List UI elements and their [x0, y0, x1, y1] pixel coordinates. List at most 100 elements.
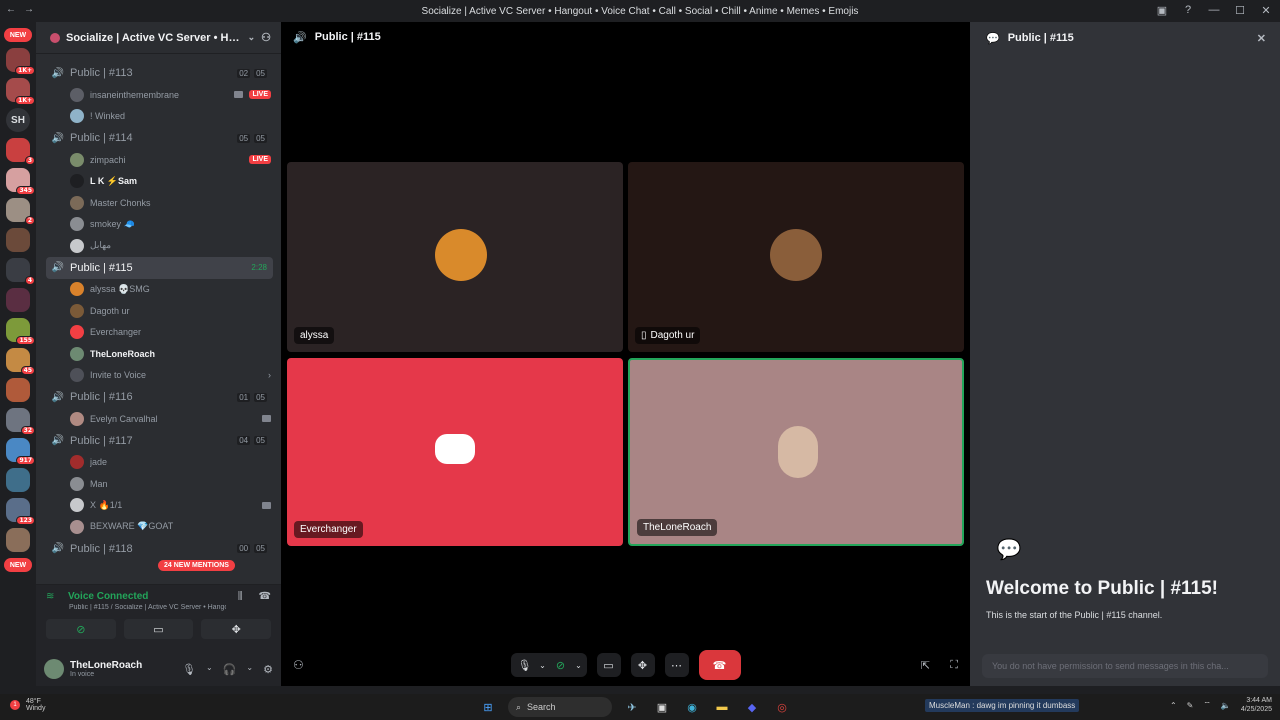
weather-widget[interactable]: 1 48°F Windy	[10, 698, 45, 712]
volume-icon[interactable]: 🔈	[1221, 701, 1231, 710]
voice-user[interactable]: L K ⚡Sam	[70, 171, 271, 193]
clock[interactable]: 3:44 AM 4/25/2025	[1241, 696, 1272, 714]
headphones-icon[interactable]: 🎧	[223, 663, 237, 676]
voice-channel[interactable]: 🔊 Public | #118 00 05	[46, 538, 273, 560]
video-tile[interactable]: ▯ Dagoth ur	[628, 162, 964, 352]
voice-user[interactable]: X 🔥1/1	[70, 495, 271, 517]
microphone-icon[interactable]: 🎙	[182, 663, 196, 676]
noise-suppression-icon[interactable]: ⫼	[238, 591, 243, 602]
voice-user[interactable]: Dagoth ur	[70, 300, 271, 322]
chevron-down-icon[interactable]: ⌄	[573, 653, 585, 677]
signal-icon[interactable]: ≋	[46, 591, 62, 602]
voice-channel[interactable]: 🔊 Public | #114 05 05	[46, 127, 273, 149]
voice-channel[interactable]: 🔊 Public | #117 04 05	[46, 430, 273, 452]
help-icon[interactable]: ?	[1182, 3, 1194, 17]
camera-off-button[interactable]: ⊘	[46, 619, 116, 639]
voice-user[interactable]: smokey 🧢	[70, 214, 271, 236]
voice-user[interactable]: Master Chonks	[70, 192, 271, 214]
share-screen-icon[interactable]: ▭	[596, 653, 621, 677]
windows-start-icon[interactable]: ⊞	[478, 697, 498, 717]
server-icon[interactable]: 1K+	[6, 78, 35, 105]
discord-app-icon[interactable]: ◆	[742, 697, 762, 717]
news-ticker[interactable]: MuscleMan : dawg im pinning it dumbass	[925, 699, 1080, 712]
invite-to-voice-icon[interactable]: ⚇	[293, 658, 304, 672]
taskbar-search[interactable]: ⌕ Search	[508, 697, 612, 717]
server-header[interactable]: Socialize | Active VC Server • Han... ⌄ …	[36, 22, 281, 54]
share-screen-button[interactable]: ▭	[123, 619, 194, 639]
pen-icon[interactable]: ✎	[1187, 701, 1194, 710]
close-icon[interactable]: ✕	[1257, 32, 1266, 45]
voice-user[interactable]: jade	[70, 452, 271, 474]
user-name[interactable]: TheLoneRoach	[70, 660, 142, 671]
disconnect-button[interactable]: ☎	[698, 650, 741, 680]
file-explorer-icon[interactable]: ▬	[712, 697, 732, 717]
voice-user[interactable]: مهابل	[70, 235, 271, 257]
chevron-down-icon[interactable]: ⌄	[246, 663, 253, 676]
server-icon[interactable]: 155	[6, 318, 35, 345]
voice-status[interactable]: Voice Connected	[68, 591, 148, 602]
voice-location[interactable]: Public | #115 / Socialize | Active VC Se…	[36, 604, 226, 611]
voice-user[interactable]: insaneinthemembrane LIVE	[70, 84, 271, 106]
video-tile[interactable]: Everchanger	[287, 358, 623, 546]
server-icon[interactable]: 345	[6, 168, 35, 195]
fullscreen-icon[interactable]: ⛶	[950, 659, 958, 672]
voice-user[interactable]: alyssa 💀SMG	[70, 279, 271, 301]
voice-user[interactable]: BEXWARE 💎GOAT	[70, 516, 271, 538]
voice-channel[interactable]: 🔊 Public | #115 2:28	[46, 256, 273, 279]
server-icon[interactable]	[6, 288, 30, 312]
live-badge[interactable]: LIVE	[249, 90, 271, 100]
server-icon[interactable]: 1K+	[6, 48, 35, 75]
minimize-button[interactable]: —	[1208, 3, 1220, 17]
voice-user[interactable]: Evelyn Carvalhal	[70, 408, 271, 430]
close-window-button[interactable]: ✕	[1260, 3, 1272, 17]
camera-icon[interactable]: ⊘	[549, 653, 573, 677]
activities-button[interactable]: ✥	[201, 619, 272, 639]
voice-user[interactable]: TheLoneRoach	[70, 343, 271, 365]
chevron-down-icon[interactable]: ⌄	[537, 653, 549, 677]
chrome-icon[interactable]: ◎	[772, 697, 792, 717]
message-input[interactable]: You do not have permission to send messa…	[982, 654, 1268, 678]
live-badge[interactable]: LIVE	[249, 155, 271, 165]
disconnect-icon[interactable]: ☎	[259, 591, 271, 602]
chevron-down-icon[interactable]: ⌄	[206, 663, 213, 676]
server-icon[interactable]: 45	[6, 348, 35, 375]
user-count: 04	[237, 436, 251, 445]
server-icon[interactable]: 32	[6, 408, 35, 435]
avatar[interactable]	[44, 659, 64, 679]
forward-arrow-icon[interactable]: →	[24, 4, 34, 15]
server-icon[interactable]	[6, 468, 30, 492]
voice-user[interactable]: Everchanger	[70, 322, 271, 344]
server-icon[interactable]	[6, 228, 30, 252]
server-icon[interactable]	[6, 378, 30, 402]
server-sh[interactable]: SH	[6, 108, 30, 132]
video-tile-speaking[interactable]: TheLoneRoach	[628, 358, 964, 546]
server-icon[interactable]: 3	[6, 138, 35, 165]
inbox-icon[interactable]: ▣	[1156, 3, 1168, 17]
activities-icon[interactable]: ✥	[630, 653, 655, 677]
voice-user[interactable]: zimpachi LIVE	[70, 149, 271, 171]
server-icon[interactable]: 2	[6, 198, 35, 225]
back-arrow-icon[interactable]: ←	[6, 4, 16, 15]
gear-icon[interactable]: ⚙	[263, 663, 273, 676]
server-icon[interactable]	[6, 528, 30, 552]
popout-icon[interactable]: ⇱	[921, 659, 930, 672]
server-icon[interactable]: 123	[6, 498, 35, 525]
task-view-icon[interactable]: ▣	[652, 697, 672, 717]
chevron-up-icon[interactable]: ⌃	[1170, 701, 1177, 710]
edge-browser-icon[interactable]: ◉	[682, 697, 702, 717]
video-tile[interactable]: alyssa	[287, 162, 623, 352]
voice-user[interactable]: ! Winked	[70, 106, 271, 128]
network-icon[interactable]: ⌔	[1203, 700, 1211, 710]
server-icon[interactable]: 917	[6, 438, 35, 465]
game-icon[interactable]: ✈	[622, 697, 642, 717]
add-member-icon[interactable]: ⚇	[261, 31, 271, 44]
more-options-icon[interactable]: ⋯	[664, 653, 689, 677]
invite-to-voice[interactable]: Invite to Voice ›	[70, 365, 271, 387]
new-mentions-pill[interactable]: 24 NEW MENTIONS	[158, 560, 235, 571]
microphone-icon[interactable]: 🎙	[513, 653, 537, 677]
voice-channel[interactable]: 🔊 Public | #116 01 05	[46, 386, 273, 408]
server-icon[interactable]: 4	[6, 258, 35, 285]
maximize-button[interactable]: ☐	[1234, 3, 1246, 17]
voice-user[interactable]: Man	[70, 473, 271, 495]
voice-channel[interactable]: 🔊 Public | #113 02 05	[46, 62, 273, 84]
